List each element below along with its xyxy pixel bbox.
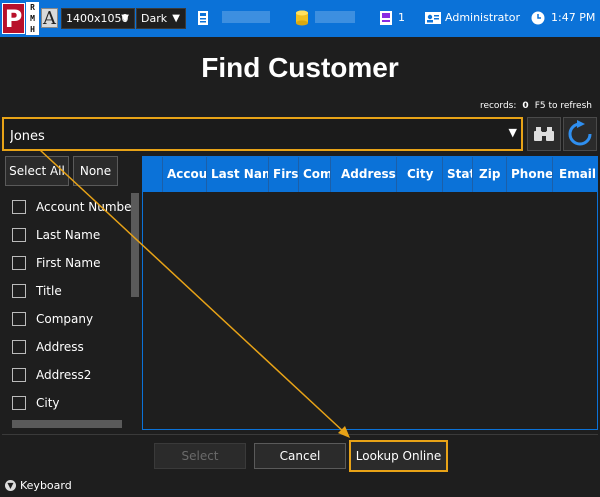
- none-button[interactable]: None: [73, 156, 118, 186]
- checkbox[interactable]: [12, 396, 26, 410]
- list-item[interactable]: Company: [12, 309, 93, 329]
- database-icon: [296, 10, 308, 26]
- column-header[interactable]: State: [443, 157, 473, 192]
- checkbox[interactable]: [12, 256, 26, 270]
- theme-value: Dark: [141, 12, 168, 25]
- records-count: 0: [522, 101, 529, 111]
- refresh-icon: [568, 120, 592, 146]
- column-header[interactable]: Company: [299, 157, 331, 192]
- refresh-hint: F5 to refresh: [534, 101, 592, 111]
- checkbox[interactable]: [12, 368, 26, 382]
- column-header[interactable]: First Name: [269, 157, 299, 192]
- refresh-button[interactable]: [563, 117, 597, 151]
- register-icon[interactable]: [196, 10, 210, 26]
- list-item[interactable]: Address: [12, 337, 84, 357]
- checkbox[interactable]: [12, 312, 26, 326]
- station-icon: [380, 11, 392, 25]
- checkbox[interactable]: [12, 284, 26, 298]
- chevron-down-icon[interactable]: ▼: [509, 126, 517, 139]
- font-size-icon[interactable]: A: [41, 8, 58, 29]
- list-item[interactable]: Last Name: [12, 225, 100, 245]
- vertical-scrollbar[interactable]: [131, 193, 139, 297]
- grid-header: Account Number Last Name First Name Comp…: [143, 157, 597, 192]
- checkbox[interactable]: [12, 340, 26, 354]
- redacted-text: [222, 11, 270, 23]
- column-header[interactable]: Account Number: [163, 157, 207, 192]
- list-item[interactable]: Address2: [12, 365, 91, 385]
- column-header[interactable]: Zip: [473, 157, 507, 192]
- checkbox[interactable]: [12, 200, 26, 214]
- keyboard-toggle[interactable]: ▼ Keyboard: [5, 479, 72, 492]
- user-icon: [425, 12, 441, 24]
- column-header[interactable]: Last Name: [207, 157, 269, 192]
- column-header[interactable]: Email: [553, 157, 597, 192]
- page-title: Find Customer: [201, 52, 399, 83]
- column-header[interactable]: City: [397, 157, 443, 192]
- lookup-online-button[interactable]: Lookup Online: [349, 440, 448, 472]
- records-label: records:: [479, 101, 517, 111]
- chevron-down-icon: ▼: [172, 13, 180, 24]
- list-item[interactable]: First Name: [12, 253, 100, 273]
- select-button[interactable]: Select: [154, 443, 246, 469]
- user-name: Administrator: [445, 11, 520, 24]
- search-input[interactable]: [8, 125, 492, 147]
- list-item[interactable]: Title: [12, 281, 62, 301]
- redacted-text: [315, 11, 355, 23]
- binoculars-icon: [534, 127, 554, 141]
- theme-dropdown[interactable]: Dark ▼: [136, 8, 186, 29]
- results-grid: Account Number Last Name First Name Comp…: [142, 156, 598, 430]
- field-list: Account Number Last Name First Name Titl…: [2, 192, 140, 428]
- clock-time: 1:47 PM: [551, 11, 596, 24]
- chevron-down-icon: ▼: [5, 480, 16, 491]
- checkbox[interactable]: [12, 228, 26, 242]
- list-item[interactable]: Account Number: [12, 197, 136, 217]
- clock-icon: [531, 11, 545, 25]
- app-logo: P: [2, 3, 25, 34]
- column-header[interactable]: Address: [331, 157, 397, 192]
- search-button[interactable]: [527, 117, 561, 151]
- column-header[interactable]: Phone: [507, 157, 553, 192]
- resolution-dropdown[interactable]: 1400x1050 ▼: [61, 8, 135, 29]
- keyboard-label: Keyboard: [20, 479, 72, 492]
- records-info: records: 0 F5 to refresh: [480, 101, 592, 111]
- search-combobox[interactable]: ▼: [2, 117, 523, 151]
- station-number: 1: [398, 11, 405, 24]
- select-all-button[interactable]: Select All: [5, 156, 69, 186]
- rmh-logo-icon: RMH: [26, 2, 39, 35]
- cancel-button[interactable]: Cancel: [254, 443, 346, 469]
- resolution-value: 1400x1050: [66, 12, 129, 25]
- list-item[interactable]: City: [12, 393, 60, 413]
- horizontal-scrollbar[interactable]: [12, 420, 122, 428]
- row-selector-header: [143, 157, 163, 192]
- chevron-down-icon: ▼: [121, 13, 129, 24]
